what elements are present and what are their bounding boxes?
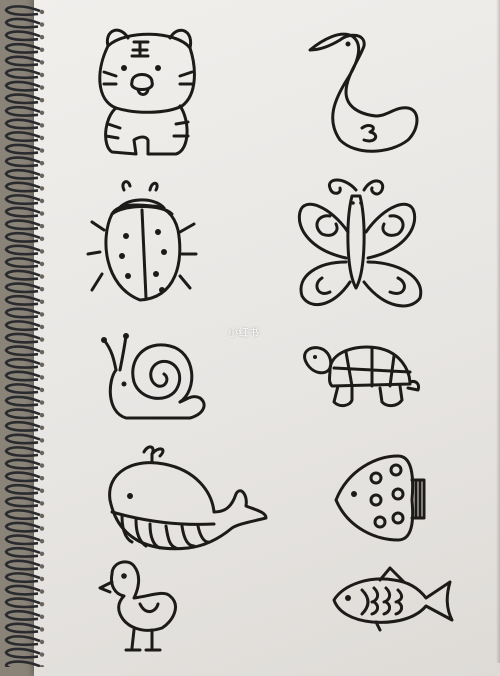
fish-drawing bbox=[332, 566, 454, 632]
turtle-drawing bbox=[303, 345, 420, 408]
butterfly-drawing bbox=[297, 178, 423, 308]
snail-drawing bbox=[101, 333, 206, 420]
swan-drawing bbox=[308, 32, 419, 153]
watermark-text: 小红书 bbox=[228, 328, 260, 339]
whale-drawing bbox=[108, 445, 268, 551]
ladybug-drawing bbox=[86, 180, 198, 302]
chick-drawing bbox=[98, 560, 177, 652]
tiger-drawing bbox=[98, 28, 196, 156]
photo-scene: 小红书 bbox=[0, 0, 500, 676]
round-fish-spots bbox=[369, 463, 405, 529]
